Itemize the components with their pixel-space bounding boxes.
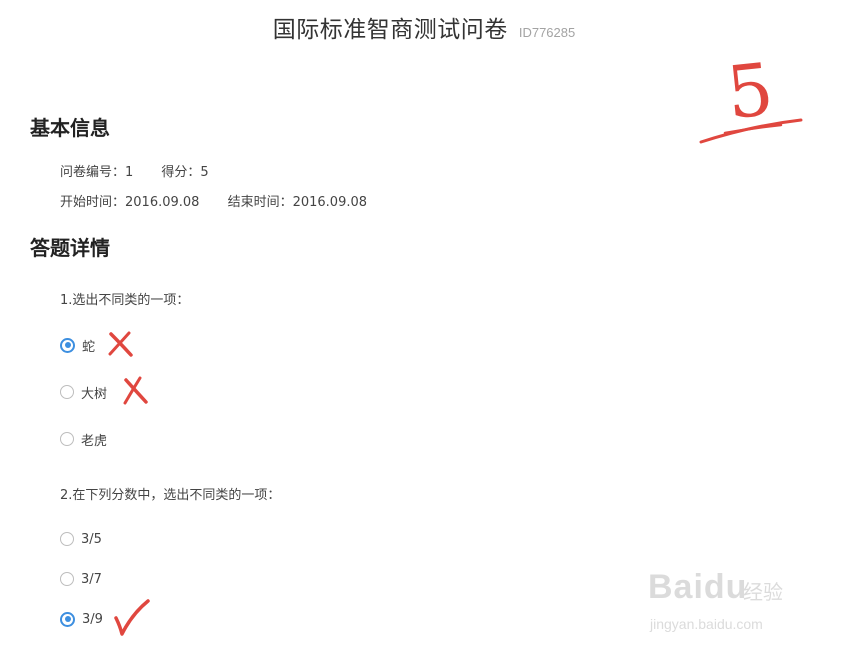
- q2-option-3-5[interactable]: 3/5: [60, 530, 102, 548]
- q2-option-3-9[interactable]: 3/9: [60, 610, 103, 628]
- watermark-logo: Baidu: [648, 568, 748, 606]
- answers-heading: 答题详情: [30, 236, 110, 260]
- radio-unchecked-icon[interactable]: [60, 572, 74, 586]
- option-label: 3/9: [82, 611, 103, 627]
- radio-unchecked-icon[interactable]: [60, 385, 74, 399]
- end-time: 结束时间：2016.09.08: [227, 195, 368, 210]
- survey-number: 问卷编号：1: [60, 165, 134, 180]
- option-label: 3/7: [81, 571, 102, 587]
- page-title: 国际标准智商测试问卷: [272, 17, 508, 43]
- survey-id: ID776285: [518, 25, 576, 40]
- radio-unchecked-icon[interactable]: [60, 532, 74, 546]
- watermark-url: jingyan.baidu.com: [650, 616, 763, 632]
- radio-checked-icon[interactable]: [60, 611, 75, 627]
- option-label: 3/5: [81, 531, 102, 547]
- watermark-brand: 经验: [743, 580, 783, 604]
- cross-mark-icon: [123, 376, 148, 405]
- q1-option-snake[interactable]: 蛇: [60, 336, 96, 355]
- question-2: 2.在下列分数中，选出不同类的一项：: [60, 488, 281, 503]
- q1-option-tree[interactable]: 大树: [60, 383, 108, 402]
- score-value: 得分：5: [161, 165, 209, 180]
- cross-mark-icon: [108, 331, 133, 357]
- info-line-1: 问卷编号：1 得分：5: [60, 161, 209, 180]
- q1-option-tiger[interactable]: 老虎: [60, 430, 108, 449]
- baidu-jingyan-watermark: Baidu 经验 jingyan.baidu.com: [648, 562, 838, 642]
- info-line-2: 开始时间：2016.09.08 结束时间：2016.09.08: [60, 191, 367, 210]
- basic-info-heading: 基本信息: [30, 116, 110, 140]
- check-mark-icon: [114, 599, 150, 636]
- q2-option-3-7[interactable]: 3/7: [60, 570, 102, 588]
- title-row: 国际标准智商测试问卷 ID776285: [0, 10, 848, 44]
- radio-unchecked-icon[interactable]: [60, 432, 74, 446]
- option-label: 蛇: [82, 339, 96, 355]
- score-mark-digit: 5: [723, 47, 777, 135]
- start-time: 开始时间：2016.09.08: [60, 195, 200, 210]
- handwritten-score-mark: 5: [699, 47, 803, 144]
- radio-checked-icon[interactable]: [60, 337, 75, 353]
- question-1: 1.选出不同类的一项：: [60, 293, 190, 308]
- option-label: 老虎: [81, 433, 108, 449]
- option-label: 大树: [81, 386, 108, 402]
